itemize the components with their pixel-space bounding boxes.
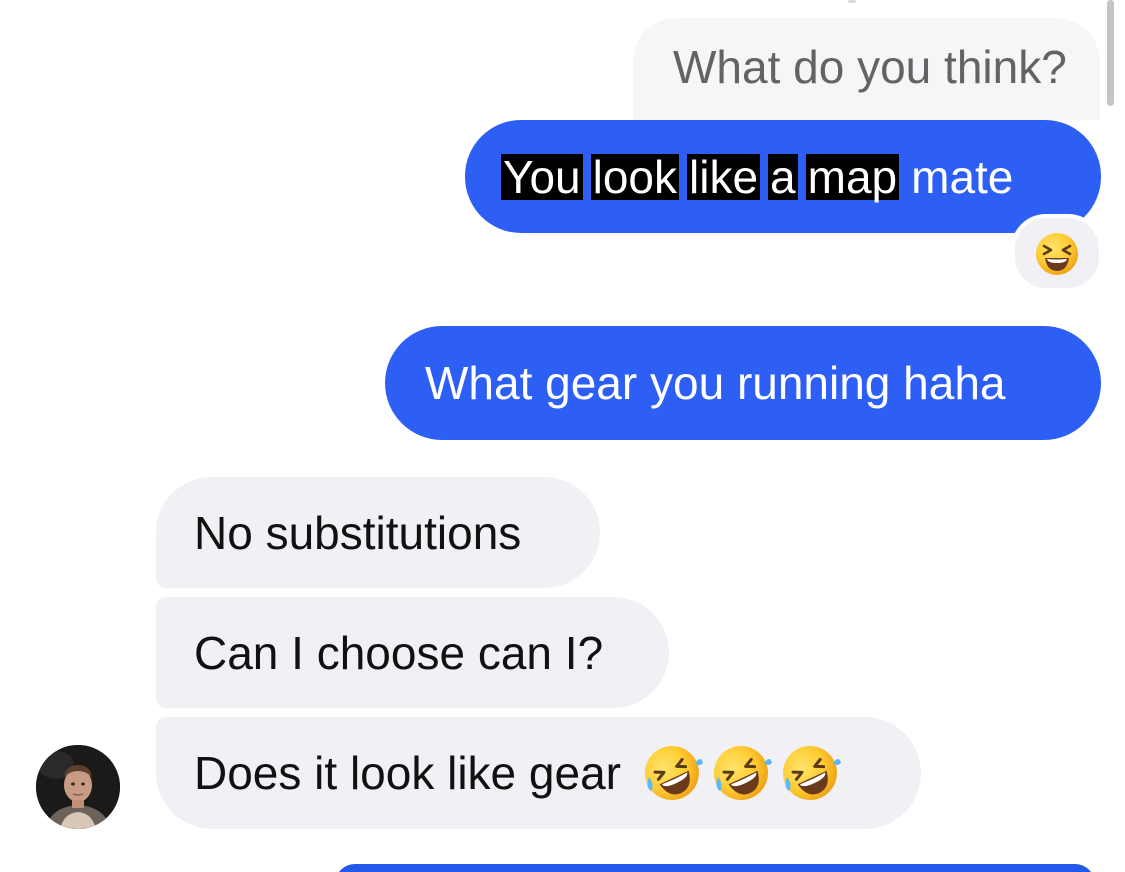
incoming-message-bubble[interactable]: Can I choose can I? <box>156 597 669 708</box>
chat-thread: What do you think? You look like a map m… <box>0 0 1125 872</box>
outgoing-message-bubble[interactable]: What gear you running haha <box>385 326 1101 440</box>
highlighted-word: like <box>687 150 761 203</box>
highlighted-word: You <box>501 150 583 203</box>
rolling-on-floor-laughing-icon <box>713 746 772 800</box>
message-text: Can I choose can I? <box>194 626 604 679</box>
outgoing-message-bubble-partial[interactable] <box>335 864 1095 872</box>
message-text: What gear you running haha <box>425 357 1006 409</box>
highlighted-word: look <box>590 150 680 203</box>
scrollbar[interactable] <box>1107 0 1114 106</box>
quoted-message-bubble[interactable]: What do you think? <box>633 18 1100 120</box>
rolling-on-floor-laughing-icon <box>644 746 703 800</box>
message-text: What do you think? <box>673 41 1067 93</box>
grinning-squinting-face-icon <box>1036 233 1078 275</box>
incoming-message-bubble[interactable]: Does it look like gear <box>156 717 921 829</box>
highlighted-word: a <box>768 150 798 203</box>
incoming-message-bubble[interactable]: No substitutions <box>156 477 600 588</box>
highlighted-word: map <box>805 150 900 203</box>
outgoing-message-bubble[interactable]: You look like a map mate <box>465 120 1101 233</box>
contact-photo <box>36 745 120 829</box>
rolling-on-floor-laughing-emojis <box>644 746 841 800</box>
avatar[interactable] <box>36 745 120 829</box>
top-indicator <box>848 0 856 3</box>
message-text: mate <box>911 150 1014 203</box>
message-text: No substitutions <box>194 506 522 559</box>
rolling-on-floor-laughing-icon <box>782 746 841 800</box>
message-reaction[interactable] <box>1011 214 1103 292</box>
message-text: Does it look like gear <box>194 747 621 799</box>
